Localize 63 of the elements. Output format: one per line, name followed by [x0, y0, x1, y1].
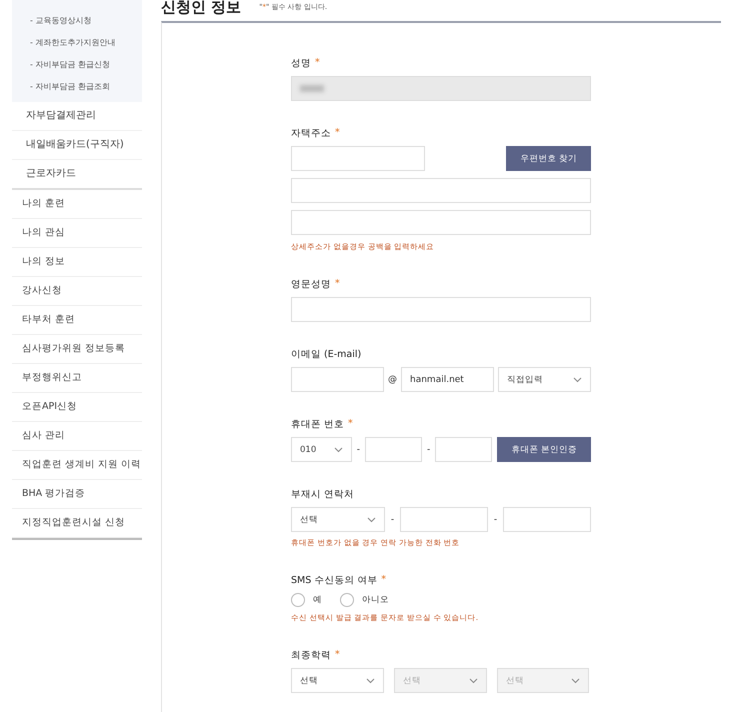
- sidebar-item[interactable]: 나의 정보: [12, 248, 142, 277]
- at-sign: @: [388, 374, 397, 384]
- required-mark: *: [335, 278, 340, 291]
- sidebar-item[interactable]: 부정행위신고: [12, 364, 142, 393]
- chevron-down-icon: [334, 446, 343, 452]
- required-mark: *: [381, 574, 386, 587]
- submenu-link[interactable]: - 교육동영상시청: [30, 10, 142, 32]
- sidebar-subitem[interactable]: 근로자카드: [12, 160, 142, 190]
- dash-text: -: [390, 514, 394, 524]
- dash-text: -: [356, 444, 360, 454]
- sidebar-item[interactable]: 타부처 훈련: [12, 306, 142, 335]
- chevron-down-icon: [571, 678, 580, 684]
- text-field[interactable]: [291, 76, 591, 101]
- field-label: 부재시 연락처: [291, 488, 354, 501]
- radio-option[interactable]: 예: [291, 593, 322, 607]
- address-detail-field[interactable]: [291, 210, 591, 235]
- sidebar-item[interactable]: 직업훈련 생계비 지원 이력: [12, 451, 142, 480]
- chevron-down-icon: [469, 678, 478, 684]
- chevron-down-icon: [573, 376, 582, 382]
- phone-verify-button[interactable]: 휴대폰 본인인증: [497, 437, 591, 462]
- email-domain-field[interactable]: hanmail.net: [401, 367, 494, 392]
- chevron-down-icon: [366, 516, 376, 522]
- sidebar-item[interactable]: 심사 관리: [12, 422, 142, 451]
- sidebar-item[interactable]: BHA 평가검증: [12, 480, 142, 509]
- email-id-field[interactable]: [291, 367, 384, 392]
- phone-field[interactable]: [400, 507, 488, 532]
- select-dropdown[interactable]: 010: [291, 437, 352, 462]
- text-field[interactable]: [291, 297, 591, 322]
- select-dropdown[interactable]: 선택: [291, 507, 385, 532]
- phone-field[interactable]: [503, 507, 592, 532]
- dash-text: -: [427, 444, 430, 454]
- page-title: 신청인 정보: [161, 0, 242, 16]
- sidebar-item[interactable]: 오픈API신청: [12, 393, 142, 422]
- required-mark: *: [335, 649, 340, 662]
- submenu-link[interactable]: - 자비부담금 환급신청: [30, 54, 142, 76]
- dash-text: -: [494, 514, 498, 524]
- required-mark: *: [348, 418, 353, 431]
- postcode-search-button[interactable]: 우편번호 찾기: [506, 146, 591, 171]
- submenu-link[interactable]: - 자비부담금 환급조회: [30, 76, 142, 98]
- required-mark: *: [315, 57, 320, 70]
- field-label: SMS 수신동의 여부: [291, 574, 378, 587]
- submenu-link[interactable]: - 계좌한도추가지원안내: [30, 32, 142, 54]
- phone-field[interactable]: [365, 437, 422, 462]
- required-mark: *: [335, 127, 340, 140]
- chevron-down-icon: [366, 678, 375, 684]
- sidebar-subitem[interactable]: 내일배움카드(구직자): [12, 131, 142, 160]
- field-label: 이메일 (E-mail): [291, 348, 362, 361]
- field-label: 최종학력: [291, 649, 331, 662]
- sidebar-subitem[interactable]: 자부담결제관리: [12, 102, 142, 131]
- field-label: 자택주소: [291, 127, 331, 140]
- sidebar-item[interactable]: 나의 관심: [12, 219, 142, 248]
- address-field[interactable]: [291, 178, 591, 203]
- select-dropdown[interactable]: 선택: [291, 668, 384, 693]
- postcode-field[interactable]: [291, 146, 425, 171]
- phone-field[interactable]: [435, 437, 492, 462]
- radio-option[interactable]: 아니오: [340, 593, 389, 607]
- field-label: 휴대폰 번호: [291, 418, 344, 431]
- sidebar-item[interactable]: 나의 훈련: [12, 190, 142, 219]
- sidebar-item[interactable]: 강사신청: [12, 277, 142, 306]
- select-dropdown[interactable]: 직접입력: [498, 367, 591, 392]
- sidebar-item[interactable]: 심사평가위원 정보등록: [12, 335, 142, 364]
- field-label: 영문성명: [291, 278, 331, 291]
- field-label: 성명: [291, 57, 311, 70]
